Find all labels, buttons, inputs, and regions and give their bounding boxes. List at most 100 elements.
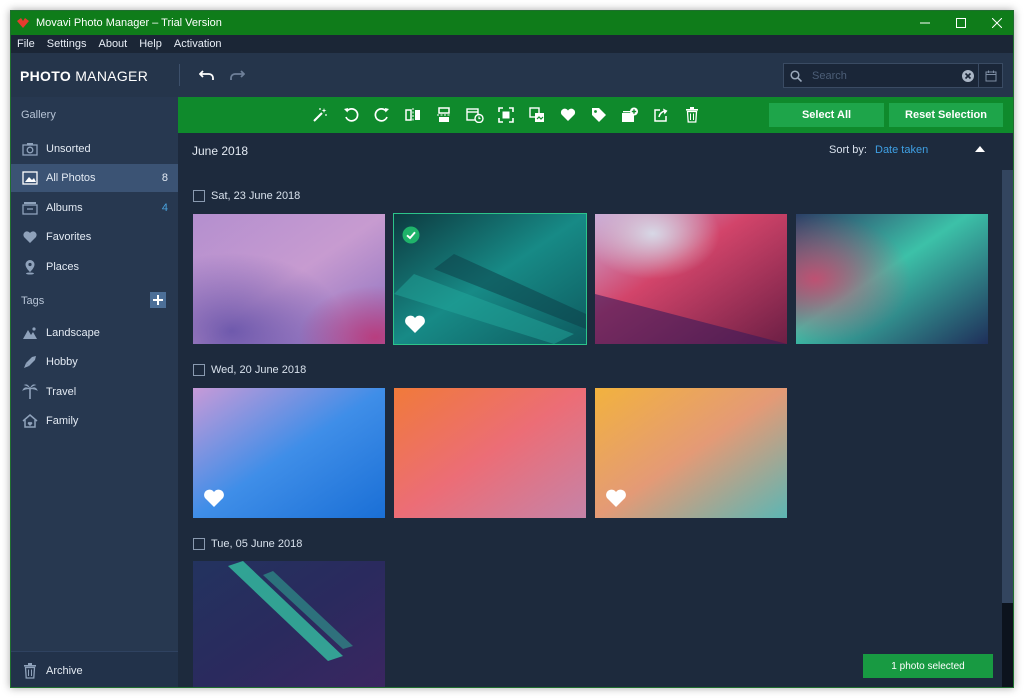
- change-date-icon[interactable]: [466, 106, 484, 124]
- title-bar: Movavi Photo Manager – Trial Version: [11, 11, 1013, 35]
- photo-thumbnail[interactable]: [595, 388, 787, 518]
- scroll-track[interactable]: [1002, 603, 1013, 687]
- scroll-thumb[interactable]: [1002, 170, 1013, 603]
- rotate-left-icon[interactable]: [342, 106, 360, 124]
- photo-thumbnail[interactable]: [193, 388, 385, 518]
- sidebar-item-archive[interactable]: Archive: [11, 651, 178, 687]
- collapse-arrow-icon[interactable]: [975, 146, 985, 152]
- sidebar-item-unsorted[interactable]: Unsorted: [11, 135, 178, 163]
- photo-thumbnail[interactable]: [394, 388, 586, 518]
- sidebar: Gallery Unsorted All Photos 8 Albums 4 F…: [11, 97, 178, 687]
- menu-help[interactable]: Help: [133, 35, 168, 53]
- logo-light-text: MANAGER: [71, 68, 149, 84]
- vertical-scrollbar[interactable]: [1002, 170, 1013, 687]
- duplicates-icon[interactable]: [528, 106, 546, 124]
- search-input[interactable]: [808, 65, 958, 86]
- unsorted-icon: [21, 140, 39, 158]
- add-tag-button[interactable]: [150, 292, 166, 308]
- tag-item-label: Hobby: [46, 356, 78, 368]
- crop-icon[interactable]: [497, 106, 515, 124]
- minimize-button[interactable]: [907, 11, 943, 35]
- tag-item-label: Family: [46, 415, 79, 427]
- photo-thumbnail[interactable]: [595, 214, 787, 344]
- menu-file[interactable]: File: [11, 35, 41, 53]
- tag-item-travel[interactable]: Travel: [11, 378, 178, 406]
- search-box: [783, 63, 1003, 88]
- menu-settings[interactable]: Settings: [41, 35, 93, 53]
- favorite-heart-icon[interactable]: [203, 488, 225, 508]
- sidebar-item-albums[interactable]: Albums 4: [11, 194, 178, 222]
- favorite-heart-icon[interactable]: [605, 488, 627, 508]
- sidebar-item-label: Albums: [46, 202, 83, 214]
- group-select-checkbox[interactable]: [193, 364, 205, 376]
- logo-bold-text: PHOTO: [20, 68, 72, 84]
- maximize-button[interactable]: [943, 11, 979, 35]
- movavi-logo-icon: [16, 16, 30, 30]
- sort-dropdown[interactable]: Date taken: [875, 144, 928, 156]
- sort-label: Sort by:: [829, 144, 867, 156]
- tag-item-family[interactable]: Family: [11, 407, 178, 435]
- tag-item-landscape[interactable]: Landscape: [11, 319, 178, 347]
- heart-icon: [21, 228, 39, 246]
- close-button[interactable]: [979, 11, 1013, 35]
- date-group-header: Sat, 23 June 2018: [193, 189, 300, 203]
- group-select-checkbox[interactable]: [193, 190, 205, 202]
- photo-thumbnail-selected[interactable]: [393, 213, 587, 345]
- header-divider: [179, 64, 180, 86]
- app-window: Movavi Photo Manager – Trial Version Fil…: [10, 10, 1014, 688]
- tag-icon[interactable]: [590, 106, 608, 124]
- month-heading: June 2018: [192, 144, 249, 158]
- trash-icon: [21, 662, 39, 680]
- albums-icon: [21, 199, 39, 217]
- window-controls: [907, 11, 1013, 35]
- select-all-button[interactable]: Select All: [769, 103, 884, 127]
- check-circle-icon: [402, 226, 420, 244]
- sidebar-item-places[interactable]: Places: [11, 253, 178, 281]
- menu-bar: File Settings About Help Activation: [11, 35, 1013, 53]
- sidebar-item-favorites[interactable]: Favorites: [11, 223, 178, 251]
- sidebar-item-all-photos[interactable]: All Photos 8: [11, 164, 178, 192]
- add-to-album-icon[interactable]: [621, 106, 639, 124]
- tag-item-label: Landscape: [46, 327, 100, 339]
- reset-selection-button[interactable]: Reset Selection: [889, 103, 1003, 127]
- flip-vertical-icon[interactable]: [435, 106, 453, 124]
- plus-icon: [153, 295, 163, 305]
- sidebar-item-label: Favorites: [46, 231, 92, 243]
- date-group-label: Sat, 23 June 2018: [211, 190, 301, 202]
- group-select-checkbox[interactable]: [193, 538, 205, 550]
- photos-icon: [21, 169, 39, 187]
- menu-about[interactable]: About: [92, 35, 133, 53]
- date-group-header: Tue, 05 June 2018: [193, 537, 302, 551]
- palm-tree-icon: [21, 383, 39, 401]
- calendar-icon[interactable]: [978, 64, 1002, 87]
- sidebar-item-label: All Photos: [46, 172, 96, 184]
- heart-icon[interactable]: [559, 106, 577, 124]
- app-header: PHOTO MANAGER: [11, 53, 1013, 97]
- photo-thumbnail[interactable]: [193, 561, 385, 687]
- undo-icon[interactable]: [198, 66, 216, 84]
- app-logo: PHOTO MANAGER: [20, 68, 148, 84]
- share-icon[interactable]: [652, 106, 670, 124]
- action-toolbar: Select All Reset Selection: [178, 97, 1013, 133]
- clear-search-icon[interactable]: [958, 69, 978, 82]
- date-group-header: Wed, 20 June 2018: [193, 363, 306, 377]
- gallery-heading: Gallery: [21, 109, 56, 121]
- trash-icon[interactable]: [683, 106, 701, 124]
- selection-status-badge: 1 photo selected: [863, 654, 993, 678]
- photo-thumbnail[interactable]: [193, 214, 385, 344]
- hobby-icon: [21, 353, 39, 371]
- place-pin-icon: [21, 258, 39, 276]
- sidebar-item-label: Unsorted: [46, 143, 91, 155]
- rotate-right-icon[interactable]: [373, 106, 391, 124]
- tag-item-hobby[interactable]: Hobby: [11, 348, 178, 376]
- window-title: Movavi Photo Manager – Trial Version: [36, 17, 222, 29]
- search-icon: [784, 69, 808, 82]
- flip-horizontal-icon[interactable]: [404, 106, 422, 124]
- magic-wand-icon[interactable]: [311, 106, 329, 124]
- sidebar-item-count: 4: [161, 202, 168, 214]
- redo-icon[interactable]: [228, 66, 246, 84]
- gallery-content: June 2018 Sort by: Date taken Sat, 23 Ju…: [178, 133, 1013, 687]
- menu-activation[interactable]: Activation: [168, 35, 228, 53]
- favorite-heart-icon[interactable]: [404, 314, 426, 334]
- photo-thumbnail[interactable]: [796, 214, 988, 344]
